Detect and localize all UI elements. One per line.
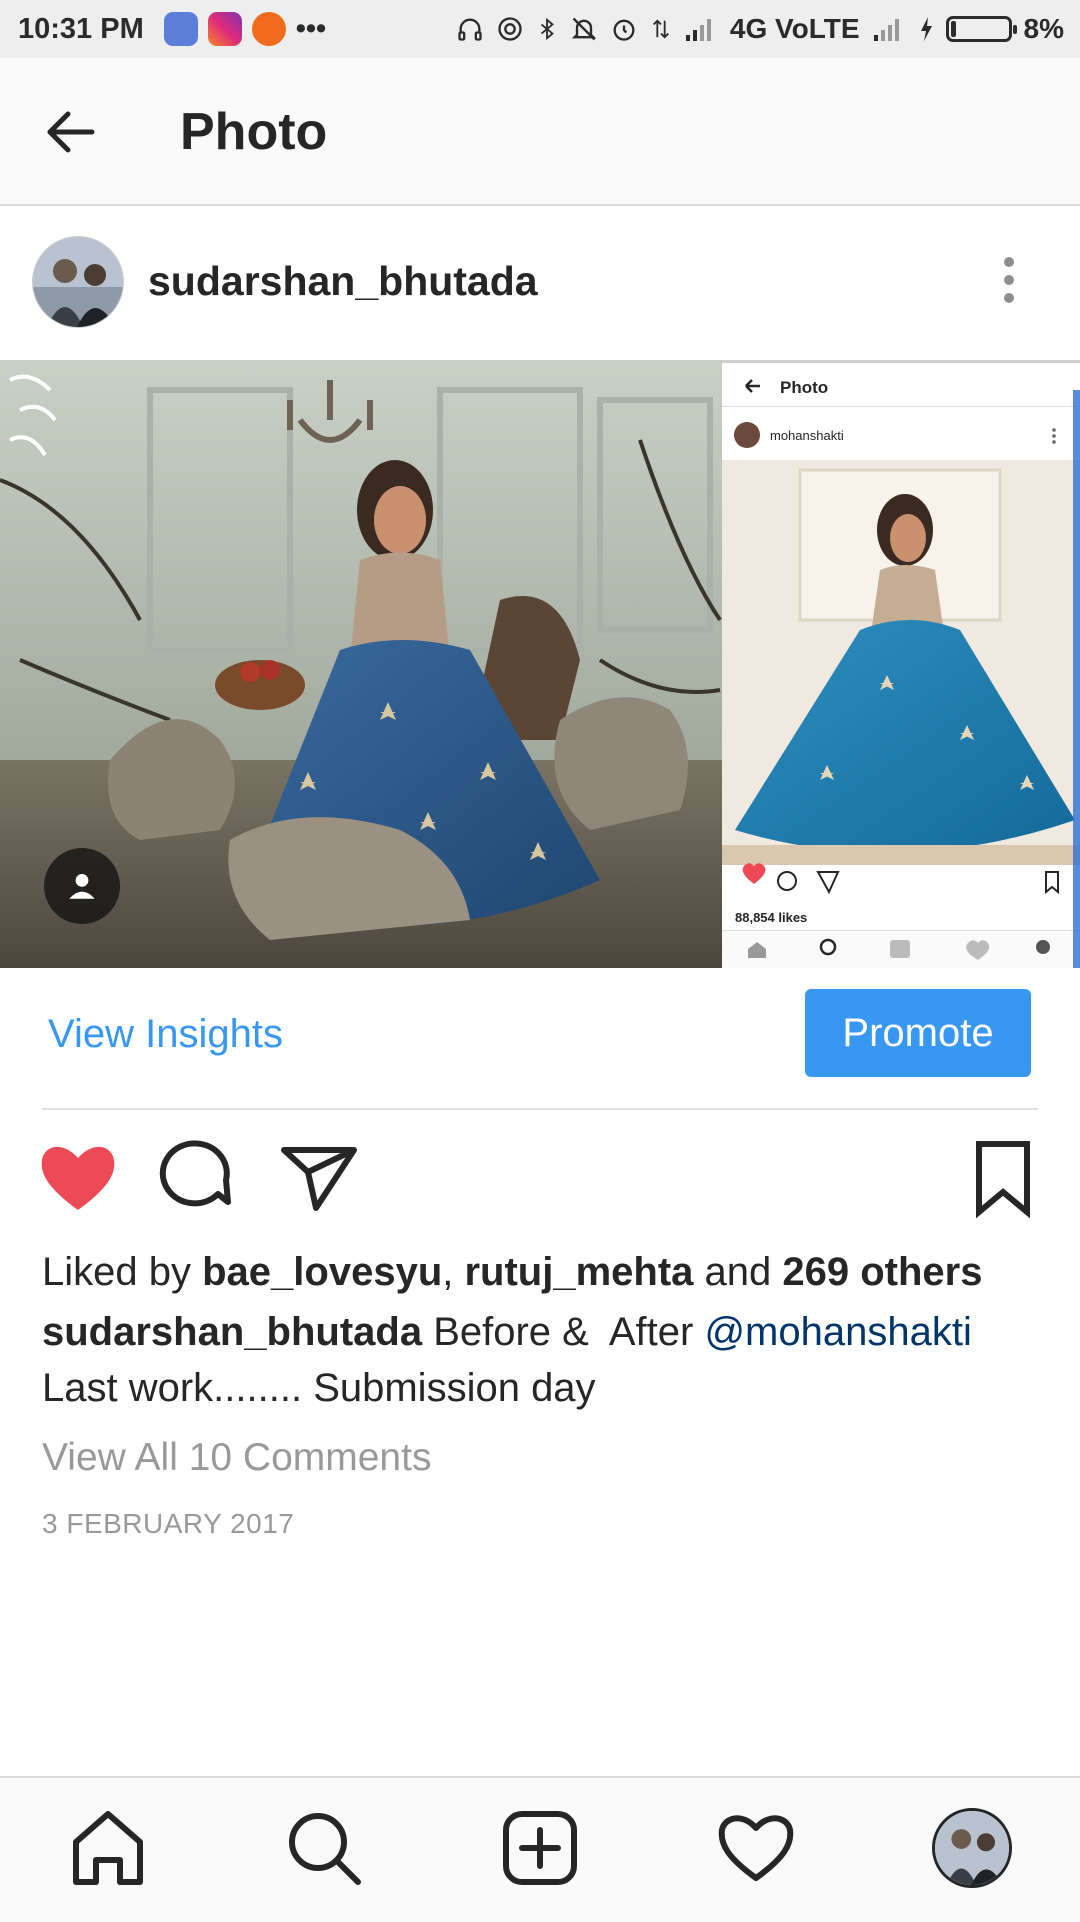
headphones-icon — [458, 18, 482, 41]
avatar[interactable] — [32, 236, 124, 328]
search-icon[interactable] — [284, 1808, 364, 1888]
tagged-people-button[interactable] — [44, 848, 120, 924]
charging-icon — [920, 17, 932, 41]
post-username[interactable]: sudarshan_bhutada — [148, 258, 538, 305]
add-icon[interactable] — [500, 1808, 580, 1888]
alarm-icon — [613, 19, 635, 41]
signal-icon — [685, 19, 711, 41]
heart-icon[interactable] — [38, 1138, 118, 1218]
mi-icon — [251, 12, 286, 46]
caption-text: Before & After — [422, 1310, 705, 1354]
inset-title: Photo — [780, 378, 828, 397]
liked-by-user[interactable]: rutuj_mehta — [464, 1250, 693, 1294]
mute-icon — [571, 17, 597, 41]
data-transfer-icon — [652, 19, 669, 39]
likes-sep: , — [442, 1250, 465, 1294]
liked-by-user[interactable]: bae_lovesyu — [202, 1250, 442, 1294]
inset-likes: 88,854 likes — [735, 910, 807, 925]
caption-mention[interactable]: @mohanshakti — [704, 1310, 971, 1354]
likes-line: Liked by bae_lovesyu, rutuj_mehta and 26… — [42, 1244, 1042, 1300]
likes-prefix: Liked by — [42, 1250, 203, 1294]
page-title: Photo — [180, 103, 328, 161]
home-icon[interactable] — [68, 1808, 148, 1888]
profile-avatar[interactable] — [932, 1808, 1012, 1888]
bottom-nav — [0, 1776, 1080, 1922]
person-icon — [69, 873, 95, 899]
more-notifications-icon: ••• — [295, 12, 327, 45]
network-label: 4G VoLTE — [729, 13, 860, 44]
caption-username[interactable]: sudarshan_bhutada — [42, 1310, 422, 1354]
likes-others[interactable]: 269 others — [782, 1250, 982, 1294]
likes-and: and — [693, 1250, 783, 1294]
kebab-menu-icon[interactable] — [994, 252, 1024, 312]
bluetooth-icon — [540, 17, 554, 41]
share-icon[interactable] — [278, 1138, 358, 1218]
back-arrow-icon[interactable] — [40, 102, 100, 162]
app-bar: Photo — [0, 58, 1080, 206]
post-date: 3 FEBRUARY 2017 — [42, 1508, 295, 1539]
promote-button[interactable]: Promote — [805, 989, 1031, 1077]
status-app-icons: ••• — [163, 12, 327, 46]
caption-line2: Last work........ Submission day — [42, 1366, 596, 1410]
signal-icon-2 — [873, 19, 899, 41]
status-time: 10:31 PM — [18, 12, 144, 45]
post-image[interactable]: Photo mohanshakti 88,854 likes — [0, 360, 1080, 968]
battery-percent: 8% — [1023, 13, 1064, 44]
status-bar: 10:31 PM ••• 4G VoLTE 8% — [0, 0, 1080, 58]
battery-icon — [945, 16, 1017, 42]
hotspot-icon — [498, 17, 522, 41]
inset-username: mohanshakti — [770, 428, 844, 443]
view-insights-link[interactable]: View Insights — [48, 1012, 283, 1057]
status-right: 4G VoLTE 8% — [456, 0, 1064, 58]
bookmark-icon[interactable] — [963, 1138, 1043, 1218]
divider — [42, 1108, 1038, 1110]
facebook-like-icon — [163, 12, 198, 46]
instagram-icon — [207, 12, 242, 46]
caption: sudarshan_bhutada Before & After @mohans… — [42, 1304, 1042, 1416]
comment-icon[interactable] — [158, 1138, 238, 1218]
activity-icon[interactable] — [716, 1808, 796, 1888]
post-header: sudarshan_bhutada — [0, 206, 1080, 358]
view-all-comments-link[interactable]: View All 10 Comments — [42, 1436, 431, 1480]
